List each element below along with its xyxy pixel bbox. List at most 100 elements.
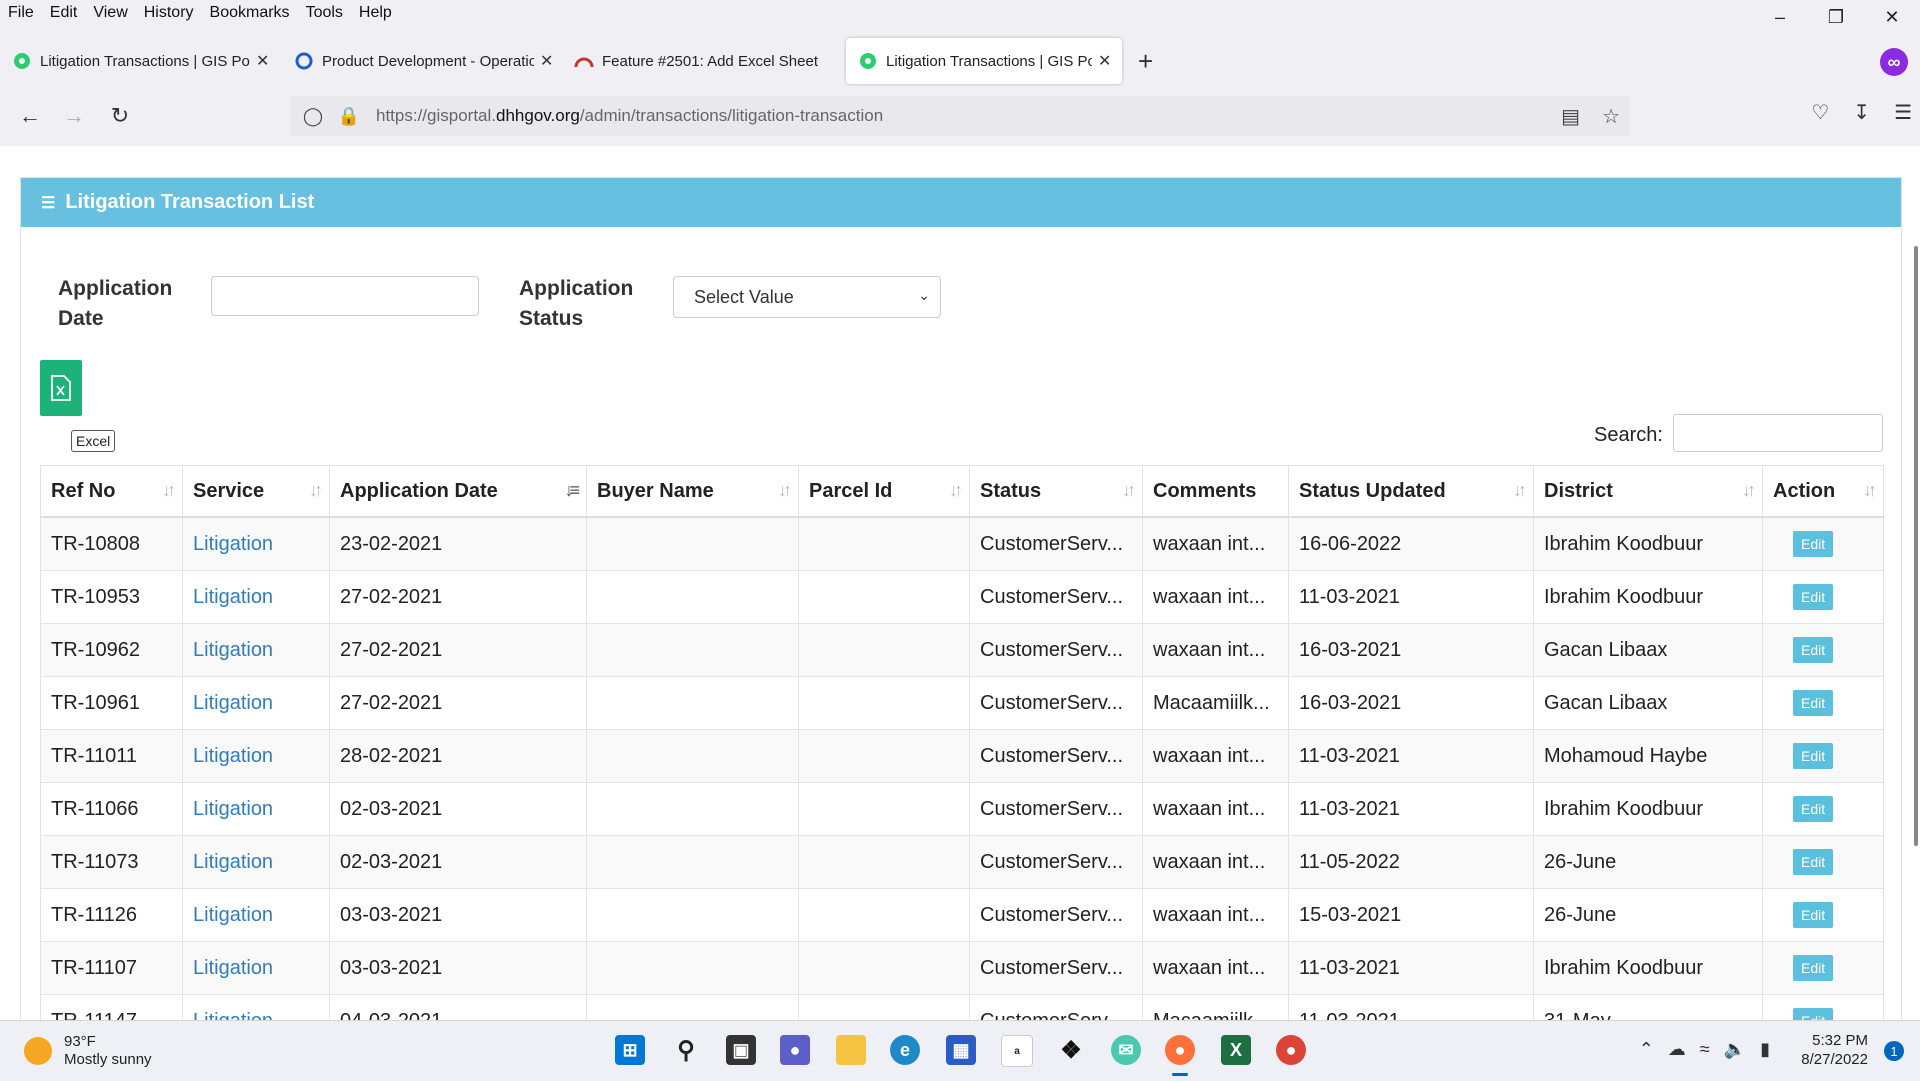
reload-icon[interactable]: ↻ xyxy=(104,100,136,132)
edit-button[interactable]: Edit xyxy=(1793,531,1834,557)
service-link[interactable]: Litigation xyxy=(193,851,273,873)
service-link[interactable]: Litigation xyxy=(193,1010,273,1021)
bookmark-star-icon[interactable]: ☆ xyxy=(1602,104,1620,129)
url-text[interactable]: https://gisportal.dhhgov.org/admin/trans… xyxy=(376,106,883,126)
hamburger-menu-icon[interactable]: ☰ xyxy=(1894,100,1912,125)
tab-litigation-active[interactable]: Litigation Transactions | GIS Portal ✕ xyxy=(846,38,1122,84)
tab-feature-2501[interactable]: Feature #2501: Add Excel Sheet ✕ xyxy=(574,38,857,84)
header-parcel-id[interactable]: Parcel Id ↓↑ xyxy=(798,465,970,518)
windows-start-icon[interactable]: ⊞ xyxy=(615,1035,645,1065)
cell-district: 31-May xyxy=(1533,994,1763,1020)
firefox-icon[interactable]: ● xyxy=(1165,1035,1195,1065)
shield-icon[interactable]: ◯ xyxy=(300,106,326,127)
forward-icon[interactable]: → xyxy=(58,100,90,132)
edge-icon[interactable]: e xyxy=(890,1035,920,1065)
menu-history[interactable]: History xyxy=(136,4,202,22)
application-date-input[interactable] xyxy=(211,276,479,316)
close-tab-icon[interactable]: ✕ xyxy=(256,51,269,71)
menu-bookmarks[interactable]: Bookmarks xyxy=(202,4,298,22)
chrome-icon[interactable]: ● xyxy=(1276,1035,1306,1065)
service-link[interactable]: Litigation xyxy=(193,533,273,555)
application-status-select[interactable]: Select Value ⌄ xyxy=(673,276,941,318)
cell-parcel xyxy=(798,941,970,995)
weather-widget[interactable]: 93°F Mostly sunny xyxy=(24,1033,152,1069)
extension-icon[interactable]: ∞ xyxy=(1880,48,1908,76)
service-link[interactable]: Litigation xyxy=(193,692,273,714)
tab-product-development[interactable]: Product Development - Operations ✕ xyxy=(294,38,553,84)
restore-icon[interactable]: ❐ xyxy=(1808,0,1864,34)
sort-icon: ↓↑ xyxy=(949,480,963,500)
edit-button[interactable]: Edit xyxy=(1793,849,1834,875)
header-service[interactable]: Service ↓↑ xyxy=(182,465,330,518)
close-tab-icon[interactable]: ✕ xyxy=(540,51,553,71)
search-input[interactable] xyxy=(1673,414,1883,452)
battery-icon[interactable]: ▮ xyxy=(1760,1039,1770,1060)
edit-button[interactable]: Edit xyxy=(1793,1008,1834,1020)
excel-export-button[interactable] xyxy=(40,360,82,416)
weather-temp: 93°F xyxy=(64,1033,96,1050)
volume-icon[interactable]: 🔈 xyxy=(1724,1039,1746,1060)
edit-button[interactable]: Edit xyxy=(1793,637,1834,663)
service-link[interactable]: Litigation xyxy=(193,798,273,820)
edit-button[interactable]: Edit xyxy=(1793,796,1834,822)
clock[interactable]: 5:32 PM 8/27/2022 xyxy=(1801,1031,1868,1069)
address-bar[interactable]: ◯ 🔒 https://gisportal.dhhgov.org/admin/t… xyxy=(290,96,1630,136)
service-link[interactable]: Litigation xyxy=(193,904,273,926)
excel-app-icon[interactable]: X xyxy=(1221,1035,1251,1065)
header-action[interactable]: Action ↓↑ xyxy=(1762,465,1884,518)
sort-icon: ↓↑ xyxy=(309,480,323,500)
scrollbar[interactable] xyxy=(1914,246,1918,846)
service-link[interactable]: Litigation xyxy=(193,957,273,979)
header-ref-no[interactable]: Ref No ↓↑ xyxy=(40,465,183,518)
notification-badge[interactable]: 1 xyxy=(1884,1041,1904,1061)
edit-button[interactable]: Edit xyxy=(1793,955,1834,981)
menu-view[interactable]: View xyxy=(85,4,135,22)
service-link[interactable]: Litigation xyxy=(193,745,273,767)
edit-button[interactable]: Edit xyxy=(1793,743,1834,769)
menu-file[interactable]: File xyxy=(0,4,42,22)
service-link[interactable]: Litigation xyxy=(193,639,273,661)
chevron-up-icon[interactable]: ⌃ xyxy=(1639,1039,1654,1060)
header-buyer-name[interactable]: Buyer Name ↓↑ xyxy=(586,465,799,518)
amazon-icon[interactable]: a xyxy=(1001,1035,1033,1067)
dropbox-icon[interactable]: ❖ xyxy=(1056,1035,1086,1065)
cell-updated: 11-03-2021 xyxy=(1288,729,1534,783)
chat-icon[interactable]: ● xyxy=(780,1035,810,1065)
edit-button[interactable]: Edit xyxy=(1793,584,1834,610)
header-status[interactable]: Status ↓↑ xyxy=(969,465,1143,518)
close-tab-icon[interactable]: ✕ xyxy=(1098,51,1111,71)
close-window-icon[interactable]: ✕ xyxy=(1864,0,1920,34)
onedrive-icon[interactable]: ☁ xyxy=(1668,1039,1686,1060)
tab-litigation-1[interactable]: Litigation Transactions | GIS Portal ✕ xyxy=(12,38,269,84)
service-link[interactable]: Litigation xyxy=(193,586,273,608)
cell-buyer xyxy=(586,888,799,942)
mail-app-icon[interactable]: ✉ xyxy=(1111,1035,1141,1065)
store-icon[interactable]: ▦ xyxy=(946,1035,976,1065)
minimize-icon[interactable]: – xyxy=(1752,0,1808,34)
wifi-icon[interactable]: ≈ xyxy=(1700,1039,1710,1060)
cell-ref: TR-11011 xyxy=(40,729,183,783)
gis-leaf-icon xyxy=(12,51,32,71)
redmine-icon xyxy=(574,51,594,71)
header-application-date[interactable]: Application Date ↓≡ xyxy=(329,465,587,518)
cell-comments: waxaan int... xyxy=(1142,570,1289,624)
lock-icon[interactable]: 🔒 xyxy=(336,106,362,127)
header-comments[interactable]: Comments xyxy=(1142,465,1289,518)
file-explorer-icon[interactable] xyxy=(836,1035,866,1065)
menu-tools[interactable]: Tools xyxy=(298,4,351,22)
back-icon[interactable]: ← xyxy=(14,100,46,132)
menu-edit[interactable]: Edit xyxy=(42,4,86,22)
header-district[interactable]: District ↓↑ xyxy=(1533,465,1763,518)
edit-button[interactable]: Edit xyxy=(1793,902,1834,928)
new-tab-icon[interactable]: + xyxy=(1138,46,1153,77)
task-view-icon[interactable]: ▣ xyxy=(726,1035,756,1065)
cell-date: 27-02-2021 xyxy=(329,676,587,730)
pocket-icon[interactable]: ♡ xyxy=(1811,100,1829,125)
menu-help[interactable]: Help xyxy=(351,4,400,22)
reader-view-icon[interactable]: ▤ xyxy=(1561,104,1580,129)
download-icon[interactable]: ↧ xyxy=(1853,100,1870,125)
header-status-updated[interactable]: Status Updated ↓↑ xyxy=(1288,465,1534,518)
tab-bar: Litigation Transactions | GIS Portal ✕ P… xyxy=(0,38,1920,88)
search-taskbar-icon[interactable]: ⚲ xyxy=(671,1035,701,1065)
edit-button[interactable]: Edit xyxy=(1793,690,1834,716)
